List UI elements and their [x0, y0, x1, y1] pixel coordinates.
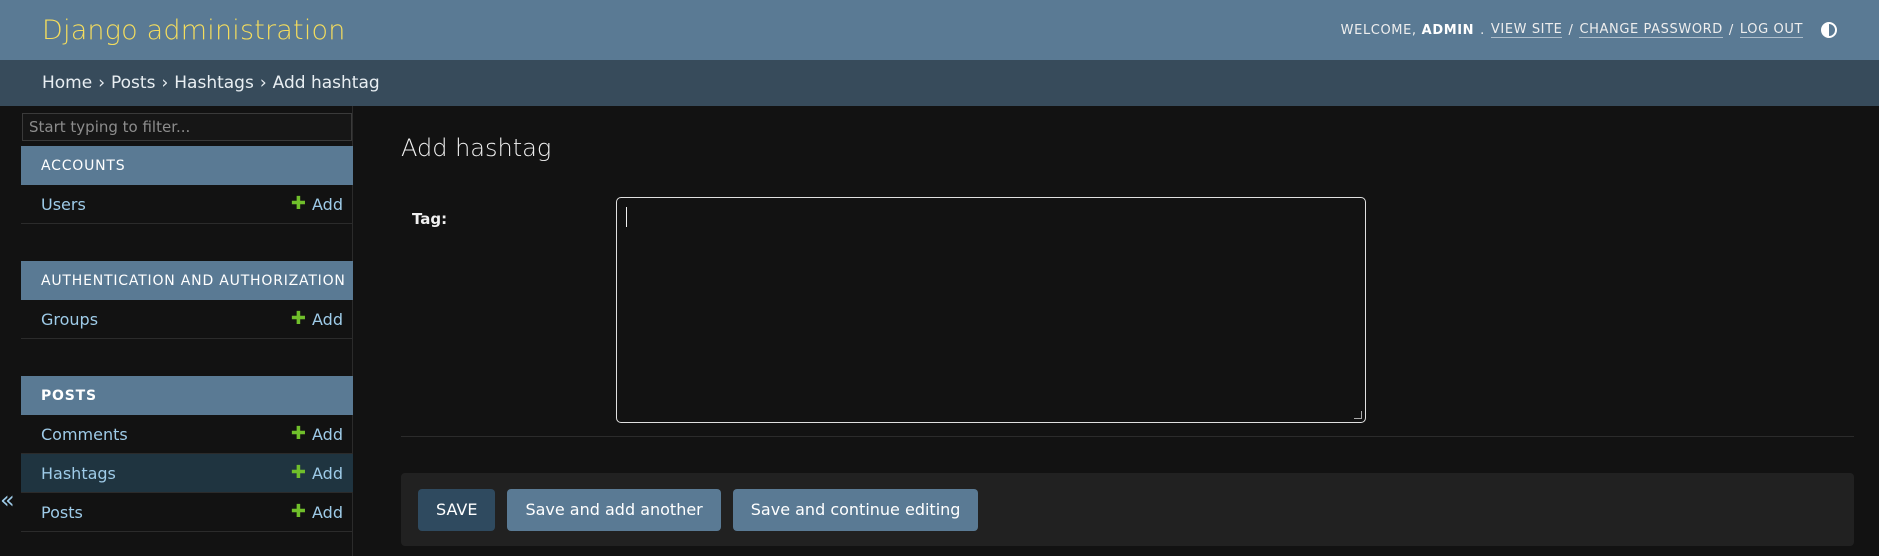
username: ADMIN: [1421, 22, 1475, 38]
sidebar: Start typing to filter... ACCOUNTS Users…: [21, 106, 353, 556]
tag-field-label: Tag:: [412, 210, 448, 228]
breadcrumb-separator: ›: [259, 73, 267, 93]
model-link-groups[interactable]: Groups: [41, 310, 98, 329]
model-link-comments[interactable]: Comments: [41, 425, 128, 444]
nav-filter-input[interactable]: Start typing to filter...: [22, 113, 352, 141]
add-hashtags-button[interactable]: ✚ Add: [291, 464, 343, 483]
breadcrumb-hashtags[interactable]: Hashtags: [174, 73, 254, 93]
main-content: Add hashtag Tag: SAVE Save and add anoth…: [400, 106, 1854, 556]
breadcrumb-posts[interactable]: Posts: [111, 73, 155, 93]
site-brand[interactable]: Django administration: [42, 15, 346, 46]
add-comments-button[interactable]: ✚ Add: [291, 425, 343, 444]
sidebar-item-comments: Comments ✚ Add: [21, 415, 353, 454]
separator: /: [1728, 22, 1734, 38]
sidebar-item-posts: Posts ✚ Add: [21, 493, 353, 532]
sidebar-item-groups: Groups ✚ Add: [21, 300, 353, 339]
breadcrumb-separator: ›: [161, 73, 169, 93]
add-groups-button[interactable]: ✚ Add: [291, 310, 343, 329]
breadcrumb-home[interactable]: Home: [42, 73, 92, 93]
text-caret: [626, 207, 627, 227]
view-site-link[interactable]: VIEW SITE: [1490, 22, 1563, 38]
breadcrumb: Home › Posts › Hashtags › Add hashtag: [0, 60, 1879, 106]
add-label: Add: [312, 424, 343, 444]
model-link-posts[interactable]: Posts: [41, 503, 83, 522]
add-users-button[interactable]: ✚ Add: [291, 195, 343, 214]
change-password-link[interactable]: CHANGE PASSWORD: [1579, 22, 1723, 38]
header: Django administration WELCOME, ADMIN . V…: [0, 0, 1879, 60]
plus-icon: ✚: [290, 501, 307, 522]
page-title: Add hashtag: [401, 134, 552, 162]
sidebar-item-users: Users ✚ Add: [21, 185, 353, 224]
plus-icon: ✚: [290, 193, 307, 214]
add-label: Add: [312, 463, 343, 483]
module-header-accounts[interactable]: ACCOUNTS: [21, 146, 353, 185]
sidebar-item-hashtags: Hashtags ✚ Add: [21, 454, 353, 493]
plus-icon: ✚: [290, 308, 307, 329]
submit-row: SAVE Save and add another Save and conti…: [401, 473, 1854, 546]
add-label: Add: [312, 194, 343, 214]
save-button[interactable]: SAVE: [418, 488, 496, 531]
plus-icon: ✚: [290, 423, 307, 444]
save-and-continue-button[interactable]: Save and continue editing: [732, 488, 979, 531]
divider: [401, 436, 1854, 437]
breadcrumb-current: Add hashtag: [272, 73, 380, 93]
breadcrumb-separator: ›: [98, 73, 106, 93]
add-posts-button[interactable]: ✚ Add: [291, 503, 343, 522]
plus-icon: ✚: [290, 462, 307, 483]
separator: /: [1568, 22, 1574, 38]
add-label: Add: [312, 309, 343, 329]
model-link-users[interactable]: Users: [41, 195, 86, 214]
save-and-add-another-button[interactable]: Save and add another: [507, 488, 721, 531]
theme-toggle-icon[interactable]: [1821, 22, 1837, 38]
model-link-hashtags[interactable]: Hashtags: [41, 464, 116, 483]
welcome-text: WELCOME,: [1340, 22, 1417, 38]
tag-textarea[interactable]: [616, 197, 1366, 423]
user-tools: WELCOME, ADMIN . VIEW SITE / CHANGE PASS…: [1341, 22, 1837, 38]
module-header-posts[interactable]: POSTS: [21, 376, 353, 415]
resize-handle-icon[interactable]: [1354, 411, 1362, 419]
collapse-sidebar-icon[interactable]: «: [0, 486, 16, 514]
log-out-link[interactable]: LOG OUT: [1739, 22, 1803, 38]
module-header-auth[interactable]: AUTHENTICATION AND AUTHORIZATION: [21, 261, 353, 300]
add-label: Add: [312, 502, 343, 522]
